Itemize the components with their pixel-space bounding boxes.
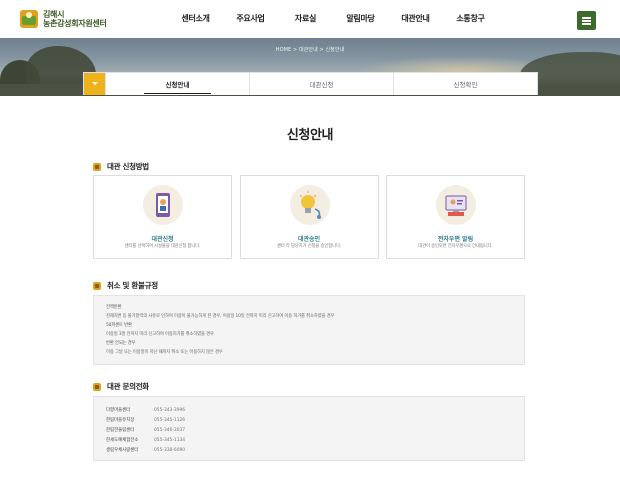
rule-heading: 전액반환 [106,305,122,310]
card-title: 대관신청 [151,236,174,243]
card-description: 대관이 승인되면 전자우편으로 안내됩니다. [418,244,493,249]
contact-box: 다향마을센터 055-343-3996 한림마을유치장 055-345-1126… [93,396,525,461]
contact-row: 다향마을센터 055-343-3996 [106,406,512,416]
site-logo[interactable]: 김해시 농촌감성회자원센터 [20,10,107,28]
rule-heading: 50퍼센트 반환 [106,323,132,328]
chevron-down-icon [92,82,98,85]
sub-tab-bar: 신청안내 대관신청 신청확인 [83,72,538,95]
section-heading-contact: 대관 문의전화 [93,381,149,392]
phone-app-icon [143,185,183,225]
section-bullet-icon [93,162,101,171]
method-card-approve: 대관승인 센터 각 담당자가 신청을 승인합니다. [239,175,379,259]
hamburger-line-icon [582,17,591,19]
contact-center-name: 다향마을센터 [106,408,131,413]
contact-row: 생림우체사랑센터 055-338-6090 [106,446,512,456]
section-bullet-icon [93,382,101,391]
tab-application-guide[interactable]: 신청안내 [105,73,249,95]
logo-text: 김해시 농촌감성회자원센터 [43,10,107,28]
hamburger-line-icon [582,20,591,22]
method-cards: 대관신청 센터를 선택하여 시설물을 대관신청 합니다. 대관승인 센터 각 담… [93,175,525,259]
breadcrumb: HOME > 대관안내 > 신청안내 [0,46,620,53]
section-bullet-icon [93,281,101,290]
card-title: 전자우편 알림 [437,236,474,243]
card-description: 센터 각 담당자가 신청을 승인합니다. [276,244,342,249]
card-title: 대관승인 [297,236,321,243]
breadcrumb-home[interactable]: HOME [276,47,292,53]
nav-item-communication[interactable]: 소통창구 [443,13,498,24]
nav-item-archive[interactable]: 자료실 [278,13,333,24]
contact-phone-number[interactable]: 055-338-6090 [154,446,185,456]
tab-rental-application[interactable]: 대관신청 [249,73,393,95]
nav-item-rental-guide[interactable]: 대관안내 [388,13,443,24]
logo-line-2: 농촌감성회자원센터 [43,19,107,28]
contact-row: 한세도예체험전소 055-345-1134 [106,436,512,446]
contact-phone-number[interactable]: 055-343-3996 [154,406,185,416]
section-title: 대관 신청방법 [107,162,149,171]
rule-text: 천재지변 등 불가항력의 사유로 인하여 이용이 불가능하게 된 경우, 이용일… [106,314,335,319]
contact-phone-number[interactable]: 055-345-1134 [154,436,185,446]
nav-item-main-projects[interactable]: 주요사업 [223,13,278,24]
section-heading-method: 대관 신청방법 [93,161,149,172]
contact-phone-number[interactable]: 055-345-1126 [154,416,185,426]
tab-application-check[interactable]: 신청확인 [393,73,537,95]
method-card-apply: 대관신청 센터를 선택하여 시설물을 대관신청 합니다. [93,175,232,259]
lightbulb-approval-icon [289,185,330,225]
breadcrumb-current[interactable]: 신청안내 [325,47,344,53]
tab-menu-toggle-button[interactable] [84,73,105,95]
hamburger-menu-button[interactable] [577,11,596,30]
contact-row: 한림한울림센터 055-346-3037 [106,426,512,436]
logo-line-1: 김해시 [43,10,65,19]
card-description: 센터를 선택하여 시설물을 대관신청 합니다. [124,244,201,249]
logo-emblem-icon [20,10,38,28]
contact-center-name: 생림우체사랑센터 [106,448,139,453]
page-title: 신청안내 [286,128,334,143]
contact-center-name: 한림마을유치장 [106,418,135,423]
rule-heading: 반환 안되는 경우 [106,341,136,346]
contact-center-name: 한세도예체험전소 [106,438,139,443]
contact-row: 한림마을유치장 055-345-1126 [106,416,512,426]
site-header: 김해시 농촌감성회자원센터 센터소개 주요사업 자료실 알림마당 대관안내 소통… [0,0,620,38]
computer-notice-icon [436,185,476,225]
nav-item-notices[interactable]: 알림마당 [333,13,388,24]
rule-text: 이용 그날 또는 이용일이 지난 때까지 취소 또는 이용하지 않은 경우 [106,350,223,355]
contact-center-name: 한림한울림센터 [106,428,135,433]
contact-phone-number[interactable]: 055-346-3037 [154,426,185,436]
breadcrumb-rental[interactable]: 대관안내 [299,47,318,53]
method-card-email: 전자우편 알림 대관이 승인되면 전자우편으로 안내됩니다. [386,175,525,259]
section-title: 대관 문의전화 [107,382,149,391]
main-navigation: 센터소개 주요사업 자료실 알림마당 대관안내 소통창구 [168,13,498,24]
section-heading-refund: 취소 및 환불규정 [93,280,158,291]
rule-text: 이용일 3일 전까지 미리 신고하여 이용허가를 취소하였을 경우 [106,332,214,337]
refund-rules-box: 전액반환 천재지변 등 불가항력의 사유로 인하여 이용이 불가능하게 된 경우… [93,295,525,365]
hamburger-line-icon [582,23,591,25]
nav-item-center-intro[interactable]: 센터소개 [168,13,223,24]
section-title: 취소 및 환불규정 [107,281,158,290]
